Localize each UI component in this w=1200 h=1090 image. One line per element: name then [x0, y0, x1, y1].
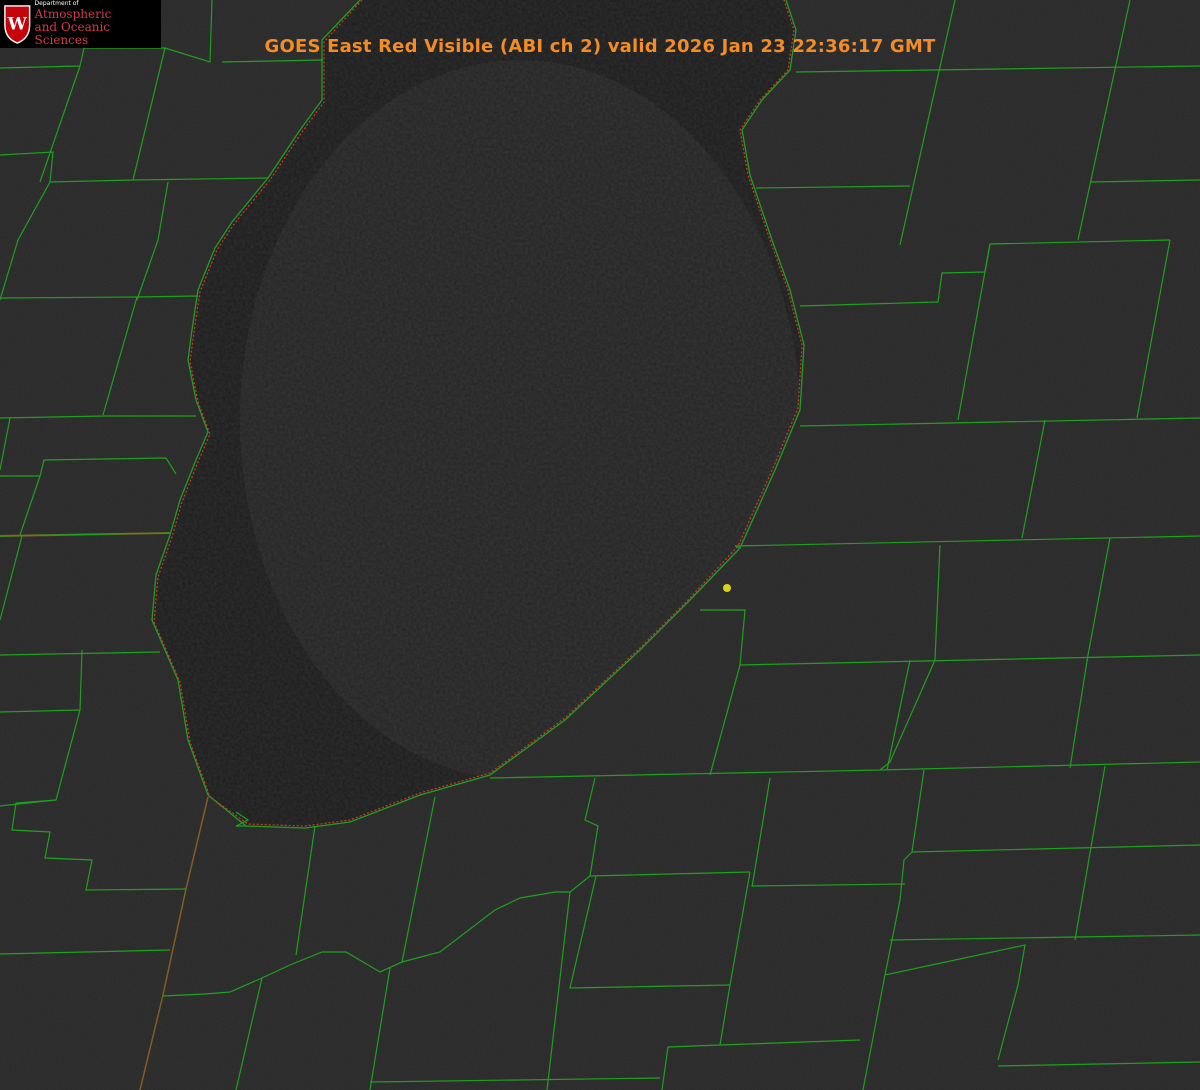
satellite-image	[0, 0, 1200, 1090]
svg-text:W: W	[7, 15, 28, 35]
location-dot-icon	[723, 584, 731, 592]
satellite-map-view: W Department of Atmospheric and Oceanic …	[0, 0, 1200, 1090]
image-title: GOES East Red Visible (ABI ch 2) valid 2…	[264, 36, 936, 57]
